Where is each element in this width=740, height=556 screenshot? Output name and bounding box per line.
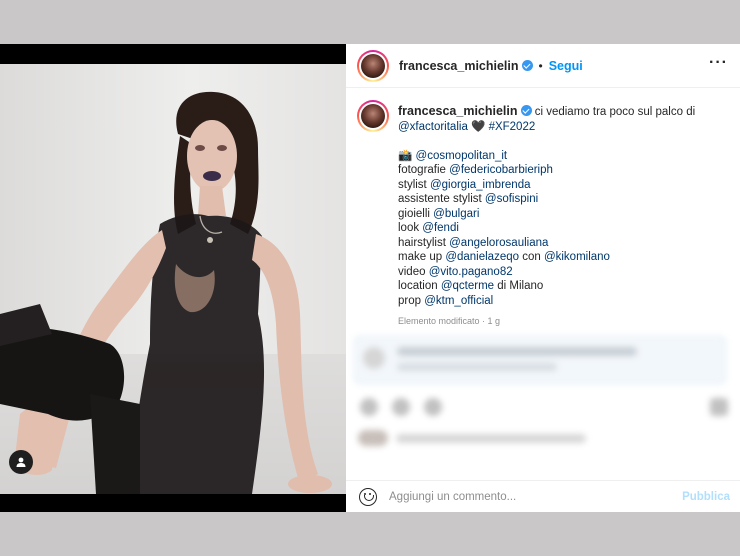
credit-label-stylist: stylist	[398, 178, 430, 191]
credit-label-gioielli: gioielli	[398, 207, 434, 220]
mention-stylist[interactable]: @giorgia_imbrenda	[430, 179, 531, 191]
credit-label-hairstylist: hairstylist	[398, 236, 450, 249]
caption-text: francesca_michielin ci vediamo tra poco …	[398, 104, 728, 329]
mention-cosmopolitan[interactable]: @cosmopolitan_it	[416, 150, 508, 162]
mention-qcterme[interactable]: @qcterme	[441, 280, 494, 292]
comment-bar: Pubblica	[346, 480, 740, 512]
mention-videographer[interactable]: @vito.pagano82	[429, 266, 513, 278]
more-options-icon[interactable]: ···	[709, 55, 728, 71]
mention-kikomilano[interactable]: @kikomilano	[544, 251, 610, 263]
mention-makeup-artist[interactable]: @danielazeqo	[445, 251, 519, 263]
caption-text-1: ci vediamo tra poco sul palco di	[531, 106, 696, 118]
mention-fendi[interactable]: @fendi	[422, 222, 459, 234]
credit-label-milano: di Milano	[494, 280, 544, 292]
mention-assistant-stylist[interactable]: @sofispini	[485, 193, 538, 205]
post-photo-area	[0, 44, 346, 512]
author-username[interactable]: francesca_michielin	[399, 59, 519, 73]
post-photo[interactable]	[0, 64, 346, 494]
camera-emoji: 📸	[398, 149, 413, 162]
emoji-icon[interactable]	[359, 487, 377, 506]
comment-input[interactable]	[389, 490, 659, 503]
mention-hairstylist[interactable]: @angelorosauliana	[449, 237, 548, 249]
post-header: francesca_michielin • Segui ···	[346, 44, 740, 88]
user-tag-icon[interactable]	[9, 450, 33, 474]
credit-label-look: look	[398, 222, 423, 234]
credit-label-prop: prop	[398, 294, 425, 307]
mention-xfactoritalia[interactable]: @xfactoritalia	[398, 121, 468, 133]
credit-label-location: location	[398, 280, 441, 292]
mention-photographer[interactable]: @federicobarbieriph	[449, 164, 553, 176]
credit-label-assistente: assistente stylist	[398, 193, 485, 205]
credit-label-fotografie: fotografie	[398, 164, 450, 176]
follow-button[interactable]: Segui	[549, 59, 583, 73]
publish-button[interactable]: Pubblica	[682, 491, 730, 503]
author-avatar[interactable]	[357, 49, 389, 82]
caption-author-avatar[interactable]	[357, 100, 389, 132]
photo-subject	[0, 91, 332, 494]
verified-badge-icon	[520, 105, 532, 116]
blurred-comments-area	[346, 320, 740, 470]
post-side-panel: francesca_michielin • Segui ··· francesc…	[346, 44, 740, 512]
separator-dot: •	[538, 58, 543, 73]
credit-label-makeup: make up	[398, 251, 446, 263]
mention-ktm[interactable]: @ktm_official	[424, 295, 493, 307]
post-modal: francesca_michielin • Segui ··· francesc…	[0, 44, 740, 512]
credit-label-video: video	[398, 265, 429, 278]
credit-label-con: con	[519, 251, 544, 263]
heart-emoji: 🖤	[467, 120, 489, 133]
mention-bulgari[interactable]: @bulgari	[433, 208, 479, 220]
hashtag-xf2022[interactable]: #XF2022	[489, 121, 536, 133]
verified-badge-icon	[521, 60, 533, 71]
caption-username[interactable]: francesca_michielin	[398, 104, 518, 118]
